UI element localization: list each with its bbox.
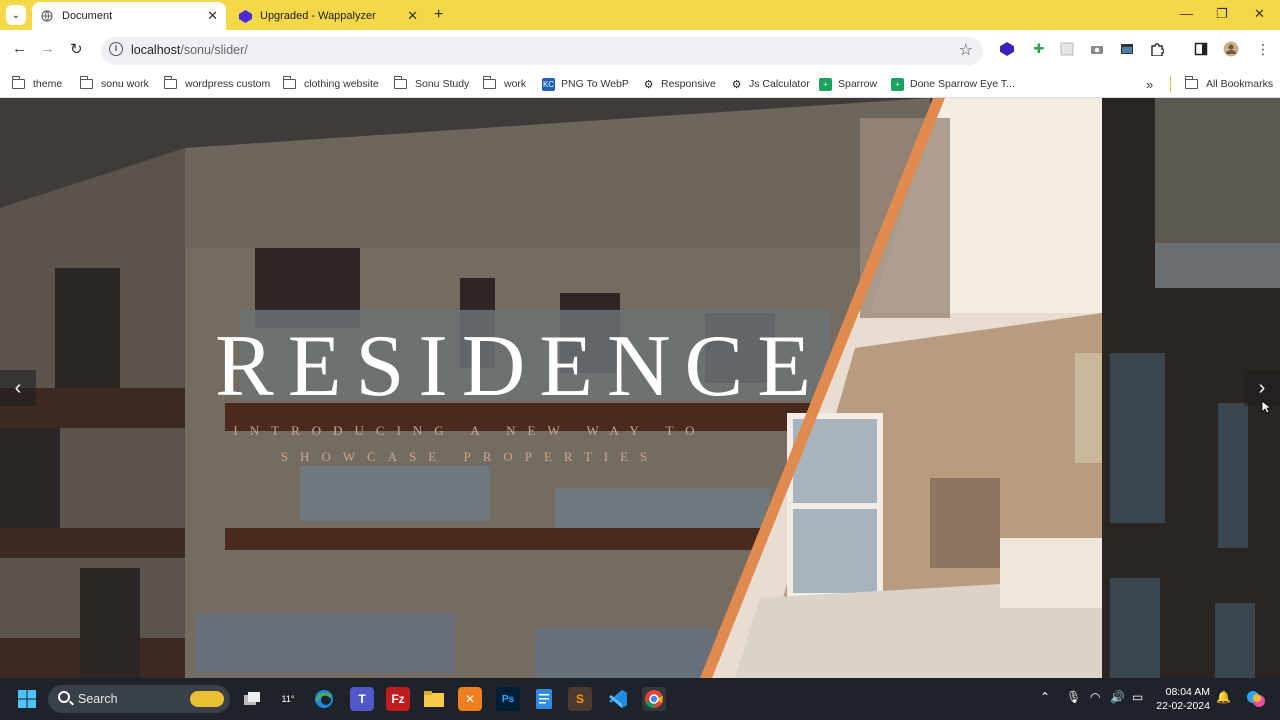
folder-icon (79, 76, 93, 89)
bookmark-clothing-website[interactable]: clothing website (282, 75, 379, 93)
tray-overflow-icon[interactable]: ⌃ (1040, 690, 1050, 704)
bookmarks-overflow-icon[interactable]: » (1146, 75, 1153, 93)
slider-subtitle: INTRODUCING A NEW WAY TO SHOWCASE PROPER… (230, 418, 710, 470)
weather-widget[interactable]: 11° (276, 687, 300, 711)
vscode-icon[interactable] (606, 687, 630, 711)
side-panel-icon[interactable] (1192, 40, 1210, 58)
window-extension-icon[interactable] (1118, 40, 1136, 58)
bookmark-theme[interactable]: theme (11, 75, 62, 93)
xampp-icon[interactable]: ✕ (458, 687, 482, 711)
clock-date: 22-02-2024 (1156, 700, 1210, 712)
slider-prev-button[interactable]: ‹ (0, 370, 36, 406)
gear-icon: ⚙ (643, 78, 654, 91)
folder-icon (282, 76, 296, 89)
hero-slider: RESIDENCE INTRODUCING A NEW WAY TO SHOWC… (0, 98, 1280, 678)
slider-subtitle-line1: INTRODUCING A NEW WAY TO (233, 423, 707, 438)
file-explorer-icon[interactable] (422, 687, 446, 711)
folder-icon (11, 76, 25, 89)
tab-search-button[interactable]: ⌄ (6, 5, 26, 25)
filezilla-icon[interactable]: Fz (386, 687, 410, 711)
tab-label: Upgraded - Wappalyzer (260, 10, 376, 22)
notepad-icon[interactable] (532, 687, 556, 711)
minimize-icon[interactable]: — (1180, 6, 1193, 21)
copilot-icon[interactable] (1244, 687, 1268, 711)
gear-icon: ⚙ (731, 78, 742, 91)
slider-subtitle-line2: SHOWCASE PROPERTIES (280, 449, 660, 464)
bookmark-sparrow[interactable]: + Sparrow (819, 75, 877, 93)
task-view-icon[interactable] (240, 687, 264, 711)
photoshop-icon[interactable]: Ps (496, 687, 520, 711)
wifi-icon[interactable]: ◠ (1090, 690, 1100, 704)
bookmark-divider (1170, 76, 1171, 92)
wappalyzer-icon (238, 9, 252, 23)
taskbar-search[interactable]: Search (48, 685, 230, 713)
search-highlight-icon (190, 691, 224, 707)
tab-label: Document (62, 10, 113, 22)
bookmark-wordpress-custom[interactable]: wordpress custom (163, 75, 270, 93)
search-icon (58, 691, 70, 703)
bookmark-sonu-study[interactable]: Sonu Study (393, 75, 469, 93)
kc-icon: KC (542, 77, 555, 91)
slider-title: RESIDENCE (215, 318, 825, 415)
plus-extension-icon[interactable]: ✚ (1030, 40, 1048, 58)
bookmark-js-calculator[interactable]: ⚙ Js Calculator (730, 75, 810, 93)
extensions-puzzle-icon[interactable] (1148, 40, 1166, 58)
edge-icon[interactable] (312, 687, 336, 711)
bookmark-work[interactable]: work (482, 75, 526, 93)
sublime-text-icon[interactable]: S (568, 687, 592, 711)
menu-kebab-icon[interactable]: ⋮ (1254, 40, 1272, 58)
folder-icon (482, 76, 496, 89)
image-extension-icon[interactable] (1058, 40, 1076, 58)
plus-icon: + (819, 77, 832, 91)
folder-icon (163, 76, 177, 89)
tab-document[interactable]: Document ✕ (32, 2, 226, 30)
windows-taskbar: Search 11° T Fz ✕ Ps S ⌃ 🎙 ◠ 🔊 ▭ 08:04 A… (0, 678, 1280, 720)
plus-icon: + (891, 77, 904, 91)
battery-icon[interactable]: ▭ (1132, 690, 1143, 704)
notification-bell-icon[interactable]: 🔔 (1216, 690, 1231, 704)
forward-icon[interactable]: → (40, 40, 55, 57)
globe-icon (40, 9, 54, 23)
tab-strip: ⌄ Document ✕ Upgraded - Wappalyzer ✕ + —… (0, 0, 1280, 30)
address-bar[interactable]: i localhost/sonu/slider/ ☆ (101, 37, 983, 65)
site-info-icon[interactable]: i (109, 42, 123, 56)
bookmarks-bar: theme sonu work wordpress custom clothin… (0, 70, 1280, 98)
microphone-icon[interactable]: 🎙 (1066, 690, 1081, 704)
camera-extension-icon[interactable] (1088, 40, 1106, 58)
clock-time: 08:04 AM (1165, 686, 1210, 698)
wappalyzer-extension-icon[interactable] (998, 40, 1016, 58)
bookmark-sonu-work[interactable]: sonu work (79, 75, 149, 93)
close-window-icon[interactable]: ✕ (1254, 6, 1265, 22)
bookmark-responsive[interactable]: ⚙ Responsive (642, 75, 716, 93)
restore-icon[interactable]: ❐ (1216, 6, 1228, 22)
bookmark-done-sparrow[interactable]: + Done Sparrow Eye T... (891, 75, 1015, 93)
folder-icon (1184, 76, 1198, 89)
reload-icon[interactable]: ↻ (70, 40, 83, 58)
new-tab-button[interactable]: + (434, 6, 443, 24)
tab-wappalyzer[interactable]: Upgraded - Wappalyzer ✕ (230, 2, 426, 30)
bookmark-star-icon[interactable]: ☆ (959, 40, 973, 60)
close-tab-icon[interactable]: ✕ (207, 8, 218, 24)
bookmark-png-to-webp[interactable]: KC PNG To WebP (542, 75, 629, 93)
speaker-icon[interactable]: 🔊 (1110, 690, 1125, 704)
back-icon[interactable]: ← (12, 40, 27, 57)
folder-icon (393, 76, 407, 89)
chrome-icon[interactable] (642, 687, 666, 711)
windows-start-icon[interactable] (15, 687, 39, 711)
mouse-cursor-icon (1261, 400, 1271, 414)
teams-icon[interactable]: T (350, 687, 374, 711)
close-tab-icon[interactable]: ✕ (407, 8, 418, 24)
all-bookmarks[interactable]: All Bookmarks (1184, 75, 1273, 93)
url-text: localhost/sonu/slider/ (131, 43, 248, 57)
profile-avatar[interactable] (1222, 40, 1240, 58)
taskbar-clock[interactable]: 08:04 AM 22-02-2024 (1156, 685, 1210, 713)
